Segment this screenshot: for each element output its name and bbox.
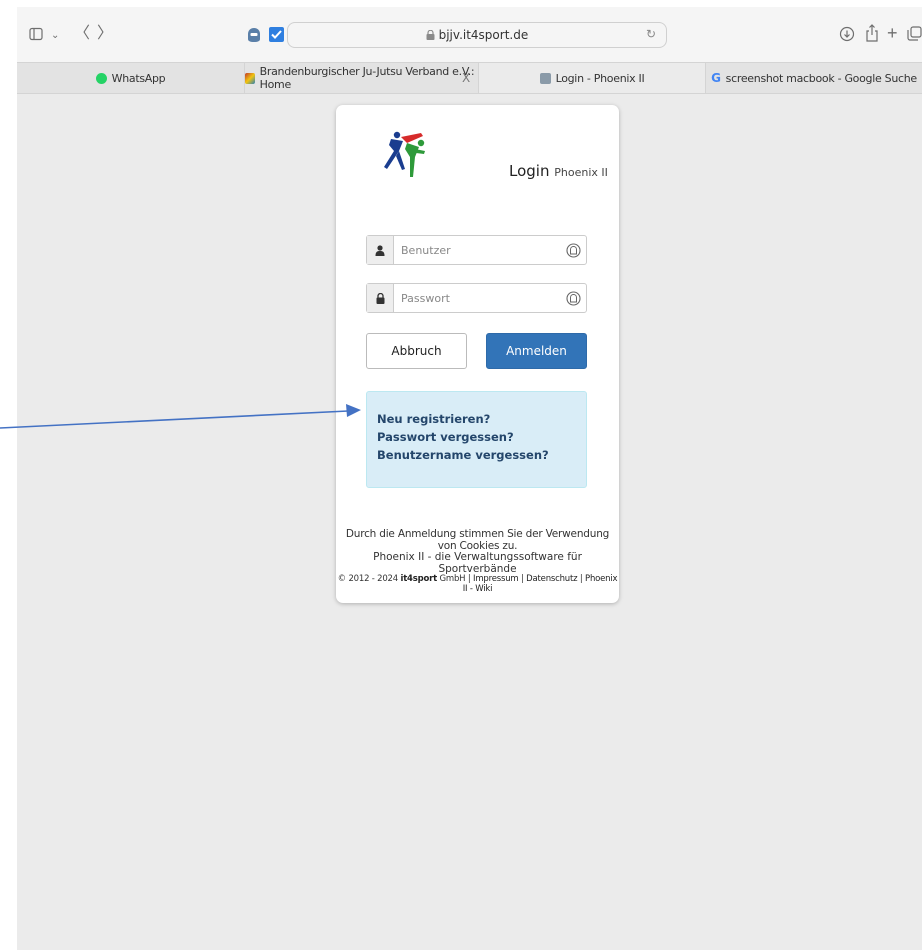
back-icon[interactable]: 〈 bbox=[74, 24, 90, 44]
tab-label: Brandenburgischer Ju-Jutsu Verband e.V.:… bbox=[259, 65, 475, 91]
cookie-notice: Durch die Anmeldung stimmen Sie der Verw… bbox=[345, 528, 610, 552]
extension-icon[interactable] bbox=[247, 27, 261, 43]
separator: | bbox=[577, 574, 586, 584]
tab-login-phoenix[interactable]: Login - Phoenix II bbox=[479, 63, 706, 93]
phoenix-favicon-icon bbox=[539, 72, 551, 84]
lock-icon bbox=[367, 284, 394, 312]
download-icon[interactable] bbox=[839, 26, 855, 42]
url-label: bjjv.it4sport.de bbox=[438, 28, 529, 42]
lock-icon bbox=[426, 29, 435, 40]
whatsapp-icon bbox=[95, 72, 107, 84]
tab-bjjv-home[interactable]: Brandenburgischer Ju-Jutsu Verband e.V.:… bbox=[245, 63, 479, 93]
tab-label: Login - Phoenix II bbox=[555, 71, 645, 85]
chevron-down-icon[interactable]: ⌄ bbox=[51, 26, 59, 46]
login-heading: Login Phoenix II bbox=[509, 162, 608, 180]
login-title: Login bbox=[509, 162, 550, 180]
tab-bar: WhatsApp Brandenburgischer Ju-Jutsu Verb… bbox=[17, 62, 922, 94]
keychain-icon[interactable] bbox=[560, 236, 586, 264]
tab-overview-icon[interactable] bbox=[907, 26, 922, 41]
user-icon bbox=[367, 236, 394, 264]
impressum-link[interactable]: Impressum bbox=[473, 574, 519, 584]
google-icon: G bbox=[711, 71, 721, 85]
tab-label: WhatsApp bbox=[111, 71, 166, 85]
copyright-prefix: © 2012 - 2024 bbox=[337, 574, 401, 584]
password-field bbox=[366, 283, 587, 313]
cancel-button[interactable]: Abbruch bbox=[366, 333, 467, 369]
forgot-username-link[interactable]: Benutzername vergessen? bbox=[377, 446, 586, 464]
judo-logo-icon bbox=[384, 131, 425, 177]
login-card: Login Phoenix II Abbruch Anmelden Neu re bbox=[336, 105, 619, 603]
forward-icon[interactable]: 〉 bbox=[97, 24, 113, 44]
tagline: Phoenix II - die Verwaltungssoftware für… bbox=[373, 551, 582, 575]
new-tab-icon[interactable]: + bbox=[887, 23, 898, 43]
tab-label: screenshot macbook - Google Suche bbox=[725, 71, 918, 85]
company-link[interactable]: it4sport bbox=[400, 574, 437, 584]
help-links-box: Neu registrieren? Passwort vergessen? Be… bbox=[366, 391, 587, 488]
reload-icon[interactable]: ↻ bbox=[646, 27, 656, 41]
address-bar[interactable]: bjjv.it4sport.de ↻ bbox=[287, 22, 667, 48]
company-suffix: GmbH | bbox=[437, 574, 474, 584]
browser-toolbar: ⌄ 〈 〉 bjjv.it4sport.de ↻ + bbox=[17, 7, 922, 62]
tab-google-search[interactable]: G screenshot macbook - Google Suche bbox=[706, 63, 922, 93]
keychain-icon[interactable] bbox=[560, 284, 586, 312]
tab-whatsapp[interactable]: WhatsApp bbox=[17, 63, 245, 93]
datenschutz-link[interactable]: Datenschutz bbox=[526, 574, 577, 584]
checkbox-extension-icon[interactable] bbox=[269, 27, 284, 42]
bjjv-logo-icon bbox=[245, 72, 255, 84]
password-input[interactable] bbox=[394, 284, 560, 312]
login-subtitle: Phoenix II bbox=[554, 166, 608, 179]
register-link[interactable]: Neu registrieren? bbox=[377, 410, 586, 428]
login-button[interactable]: Anmelden bbox=[486, 333, 587, 369]
close-tab-button[interactable]: X bbox=[462, 71, 470, 85]
url-text: bjjv.it4sport.de bbox=[288, 28, 666, 42]
username-field bbox=[366, 235, 587, 265]
browser-window: ⌄ 〈 〉 bjjv.it4sport.de ↻ + WhatsApp Bran… bbox=[17, 7, 922, 950]
share-icon[interactable] bbox=[865, 24, 879, 42]
sidebar-icon[interactable] bbox=[29, 27, 43, 41]
forgot-password-link[interactable]: Passwort vergessen? bbox=[377, 428, 586, 446]
username-input[interactable] bbox=[394, 236, 560, 264]
copyright-line: © 2012 - 2024 it4sport GmbH | Impressum … bbox=[336, 574, 619, 594]
